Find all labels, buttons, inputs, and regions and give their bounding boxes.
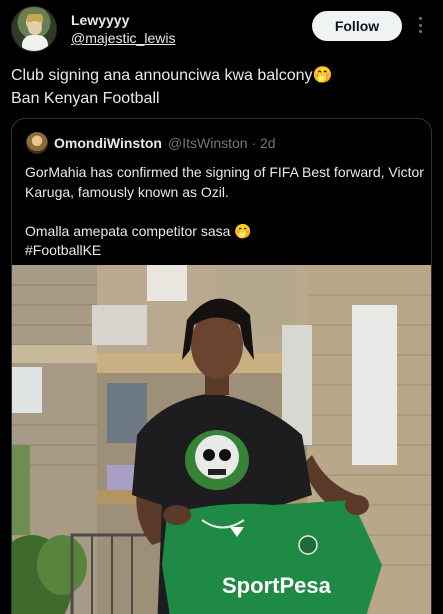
quoted-author-avatar (26, 132, 48, 154)
quoted-tweet-text: GorMahia has confirmed the signing of FI… (25, 164, 424, 258)
quoted-photo[interactable]: SportPesa (12, 265, 431, 614)
photo-illustration: SportPesa (12, 265, 431, 614)
tweet-text-line: Club signing ana announciwa kwa balcony🤭 (11, 67, 333, 84)
author-avatar[interactable] (11, 6, 57, 52)
more-options-icon[interactable] (414, 14, 426, 36)
tweet-text: Club signing ana announciwa kwa balcony🤭… (11, 64, 431, 110)
quoted-author-name: OmondiWinston (54, 135, 162, 151)
tweet-header: Lewyyyy @majestic_lewis Follow (0, 0, 443, 56)
tweet-text-line: Ban Kenyan Football (11, 90, 160, 107)
jersey-sponsor-text: SportPesa (222, 573, 332, 598)
quoted-author-handle: @ItsWinston · 2d (168, 135, 276, 151)
quoted-tweet[interactable]: OmondiWinston @ItsWinston · 2d GorMahia … (11, 118, 432, 614)
author-display-name[interactable]: Lewyyyy (71, 12, 129, 28)
follow-button[interactable]: Follow (312, 11, 402, 41)
author-handle[interactable]: @majestic_lewis (71, 30, 175, 46)
